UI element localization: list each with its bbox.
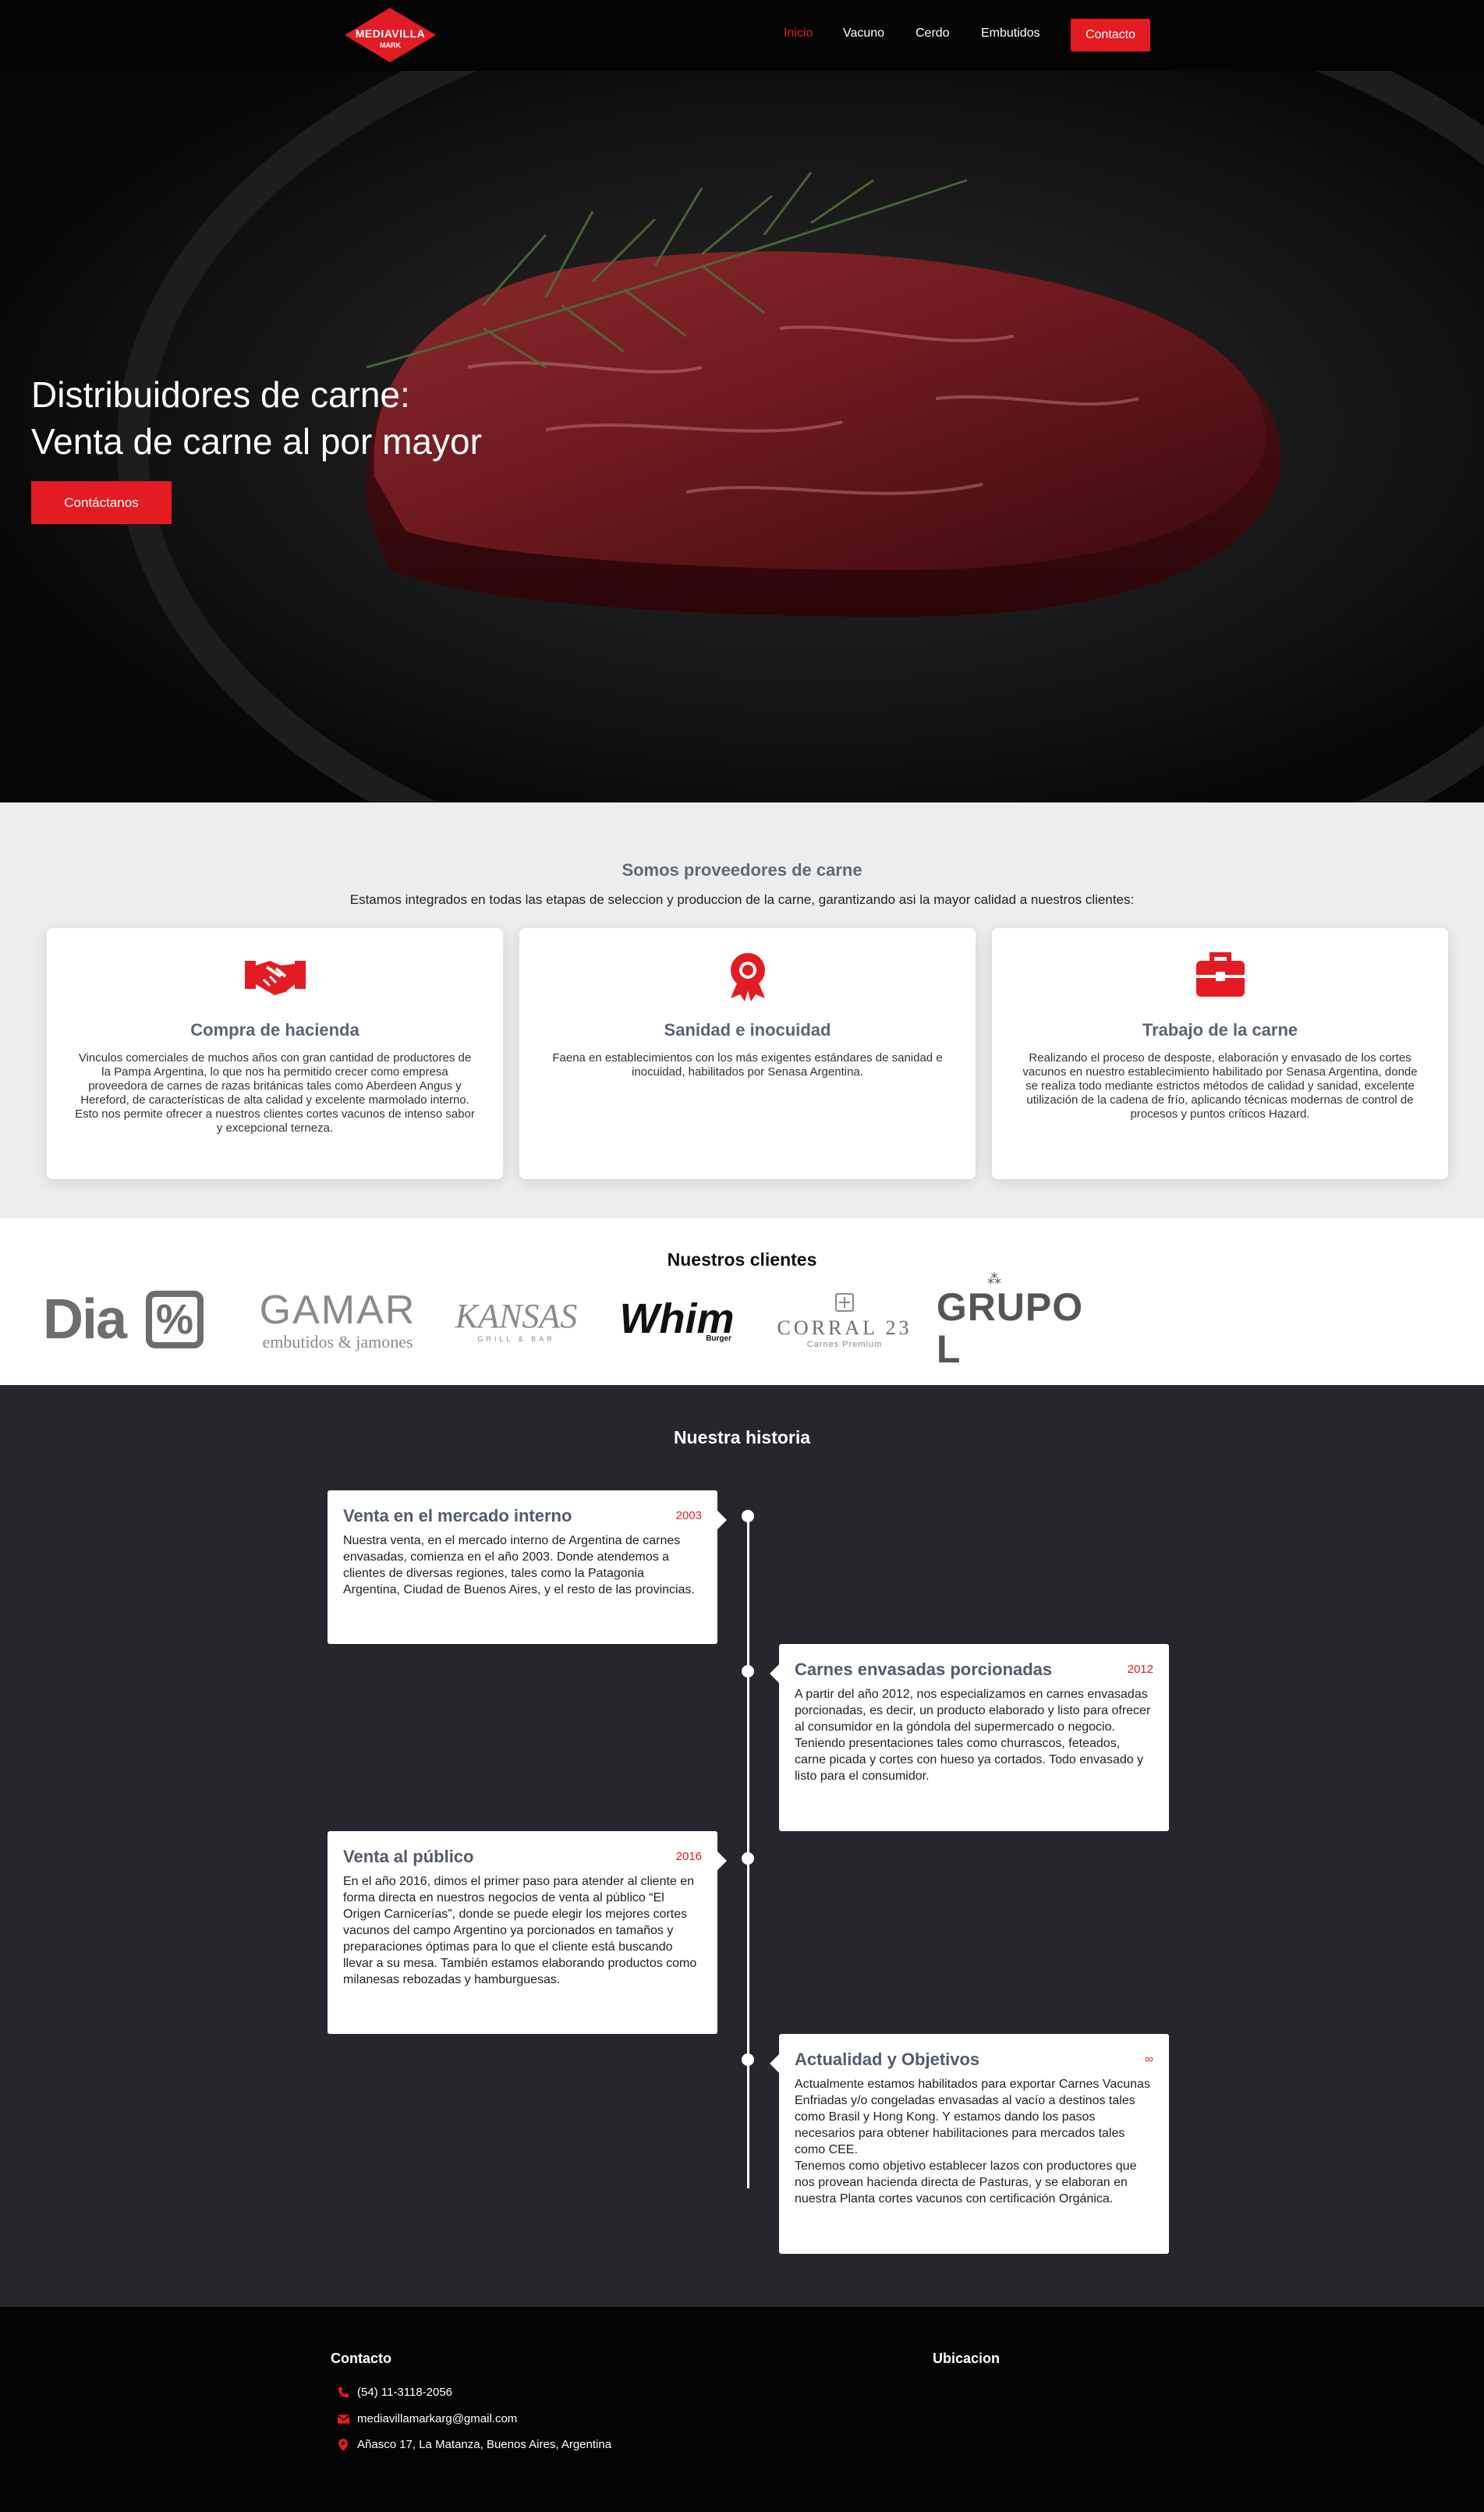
timeline-card-arrow	[770, 1664, 779, 1683]
feature-card-text: Realizando el proceso de desposte, elabo…	[1022, 1051, 1418, 1121]
timeline-card-title: Actualidad y Objetivos	[795, 2050, 980, 2069]
feature-card-title: Trabajo de la carne	[1142, 1020, 1298, 1040]
feature-card-text: Faena en establecimientos con los más ex…	[552, 1051, 943, 1079]
timeline-card-title: Venta al público	[343, 1847, 474, 1866]
feature-card-sanidad: Sanidad e inocuidad Faena en establecimi…	[519, 928, 976, 1179]
providers-section: Somos proveedores de carne Estamos integ…	[0, 802, 1484, 1218]
timeline-card-2016: Venta al público 2016 En el año 2016, di…	[328, 1831, 727, 2034]
footer-email[interactable]: mediavillamarkarg@gmail.com	[337, 2412, 517, 2425]
client-logo-kansas: KANSAS GRILL & BAR	[455, 1285, 578, 1355]
footer: Contacto Ubicacion (54) 11-3118-2056 med…	[0, 2307, 1484, 2512]
timeline-card-text: En el año 2016, dimos el primer paso par…	[343, 1875, 697, 1986]
feature-card-title: Compra de hacienda	[190, 1020, 359, 1040]
feature-card-compra: Compra de hacienda Vinculos comerciales …	[47, 928, 503, 1179]
client-logo-gamar: GAMAR embutidos & jamones	[251, 1285, 424, 1355]
timeline-card-title: Venta en el mercado interno	[343, 1506, 572, 1525]
nav-link-cerdo[interactable]: Cerdo	[916, 27, 950, 41]
dia-percent-symbol: %	[146, 1291, 204, 1348]
client-logo-corral: CORRAL 23 Carnes Premium	[777, 1284, 912, 1359]
footer-address[interactable]: Añasco 17, La Matanza, Buenos Aires, Arg…	[337, 2438, 611, 2451]
timeline-card-text: Nuestra venta, en el mercado interno de …	[343, 1534, 695, 1596]
client-logo-dia: Dia %	[30, 1284, 217, 1355]
history-title: Nuestra historia	[673, 1427, 811, 1447]
timeline-card-year: 2003	[675, 1509, 702, 1522]
hero-section: Distribuidores de carne: Venta de carne …	[0, 71, 1484, 802]
envelope-icon	[337, 2413, 349, 2425]
nav-link-vacuno[interactable]: Vacuno	[843, 27, 884, 41]
logo-brand-text: MEDIAVILLA	[355, 27, 426, 40]
footer-contact-title: Contacto	[331, 2351, 391, 2366]
footer-email-text: mediavillamarkarg@gmail.com	[357, 2412, 518, 2425]
whim-logo-subtext: Burger	[706, 1334, 731, 1343]
nav-contact-button[interactable]: Contacto	[1071, 19, 1150, 51]
timeline-card-2003: Venta en el mercado interno 2003 Nuestra…	[328, 1490, 727, 1644]
grupo-logo-text: GRUPO L	[936, 1285, 1084, 1371]
kansas-logo-subtext: GRILL & BAR	[477, 1335, 555, 1343]
dia-logo-text: Dia	[42, 1288, 127, 1351]
hero-title-line2: Venta de carne al por mayor	[31, 421, 482, 462]
footer-location-title: Ubicacion	[933, 2351, 1001, 2366]
award-ribbon-icon	[519, 951, 976, 1001]
phone-icon	[337, 2386, 349, 2399]
timeline-card-arrow	[717, 1851, 727, 1870]
client-logo-grupo: ⁂ GRUPO L	[937, 1272, 1082, 1370]
timeline-dot	[742, 2053, 754, 2066]
timeline-dot	[742, 1665, 754, 1678]
gamar-logo-text: GAMAR	[259, 1288, 416, 1333]
timeline-card-text: Actualmente estamos habilitados para exp…	[795, 2078, 1150, 2206]
gamar-logo-subtext: embutidos & jamones	[262, 1332, 413, 1352]
map-pin-icon	[337, 2438, 349, 2451]
logo-sub-text: MARK	[380, 41, 401, 49]
timeline-card-text: A partir del año 2012, nos especializamo…	[795, 1688, 1151, 1783]
timeline-card-2012: Carnes envasadas porcionadas 2012 A part…	[770, 1644, 1169, 1831]
footer-phone[interactable]: (54) 11-3118-2056	[337, 2386, 452, 2399]
footer-phone-text: (54) 11-3118-2056	[357, 2386, 453, 2399]
timeline-card-year: 2016	[675, 1850, 702, 1863]
providers-title: Somos proveedores de carne	[622, 860, 862, 880]
timeline-card-arrow	[717, 1511, 727, 1529]
corral-emblem-icon	[835, 1293, 854, 1312]
timeline-dot	[742, 1852, 754, 1865]
feature-card-trabajo: Trabajo de la carne Realizando el proces…	[992, 928, 1448, 1179]
timeline-card-year: ∞	[1145, 2053, 1153, 2066]
corral-logo-text: CORRAL 23	[777, 1316, 912, 1339]
providers-subtitle: Estamos integrados en todas las etapas d…	[349, 892, 1135, 907]
timeline-dot	[742, 1510, 754, 1522]
grupo-sparkle-icon: ⁂	[987, 1271, 1001, 1287]
client-logo-whim: Whim Burger	[608, 1288, 746, 1351]
hero-title-line1: Distribuidores de carne:	[31, 374, 410, 415]
clients-title: Nuestros clientes	[667, 1249, 817, 1270]
nav-link-inicio[interactable]: Inicio	[784, 27, 813, 41]
brand-logo[interactable]: MEDIAVILLA MARK	[343, 6, 437, 64]
hero-title: Distribuidores de carne: Venta de carne …	[31, 371, 482, 465]
feature-card-text: Vinculos comerciales de muchos años con …	[75, 1051, 475, 1135]
footer-address-text: Añasco 17, La Matanza, Buenos Aires, Arg…	[357, 2438, 612, 2451]
kansas-logo-text: KANSAS	[455, 1297, 578, 1335]
navbar: MEDIAVILLA MARK Inicio Vacuno Cerdo Embu…	[0, 0, 1484, 71]
hero-contact-button[interactable]: Contáctanos	[31, 481, 172, 524]
timeline-card-title: Carnes envasadas porcionadas	[795, 1660, 1053, 1679]
corral-logo-subtext: Carnes Premium	[806, 1340, 883, 1349]
feature-card-title: Sanidad e inocuidad	[664, 1020, 831, 1040]
timeline-card-year: 2012	[1127, 1663, 1153, 1676]
timeline-card-actualidad: Actualidad y Objetivos ∞ Actualmente est…	[770, 2034, 1169, 2254]
timeline-card-arrow	[770, 2054, 779, 2073]
nav-link-embutidos[interactable]: Embutidos	[981, 27, 1040, 41]
clients-section: Nuestros clientes Dia % GAMAR embutidos …	[0, 1218, 1484, 1385]
briefcase-icon	[992, 951, 1448, 1001]
history-section: Nuestra historia Venta en el mercado int…	[0, 1385, 1484, 2307]
handshake-icon	[47, 951, 503, 1001]
